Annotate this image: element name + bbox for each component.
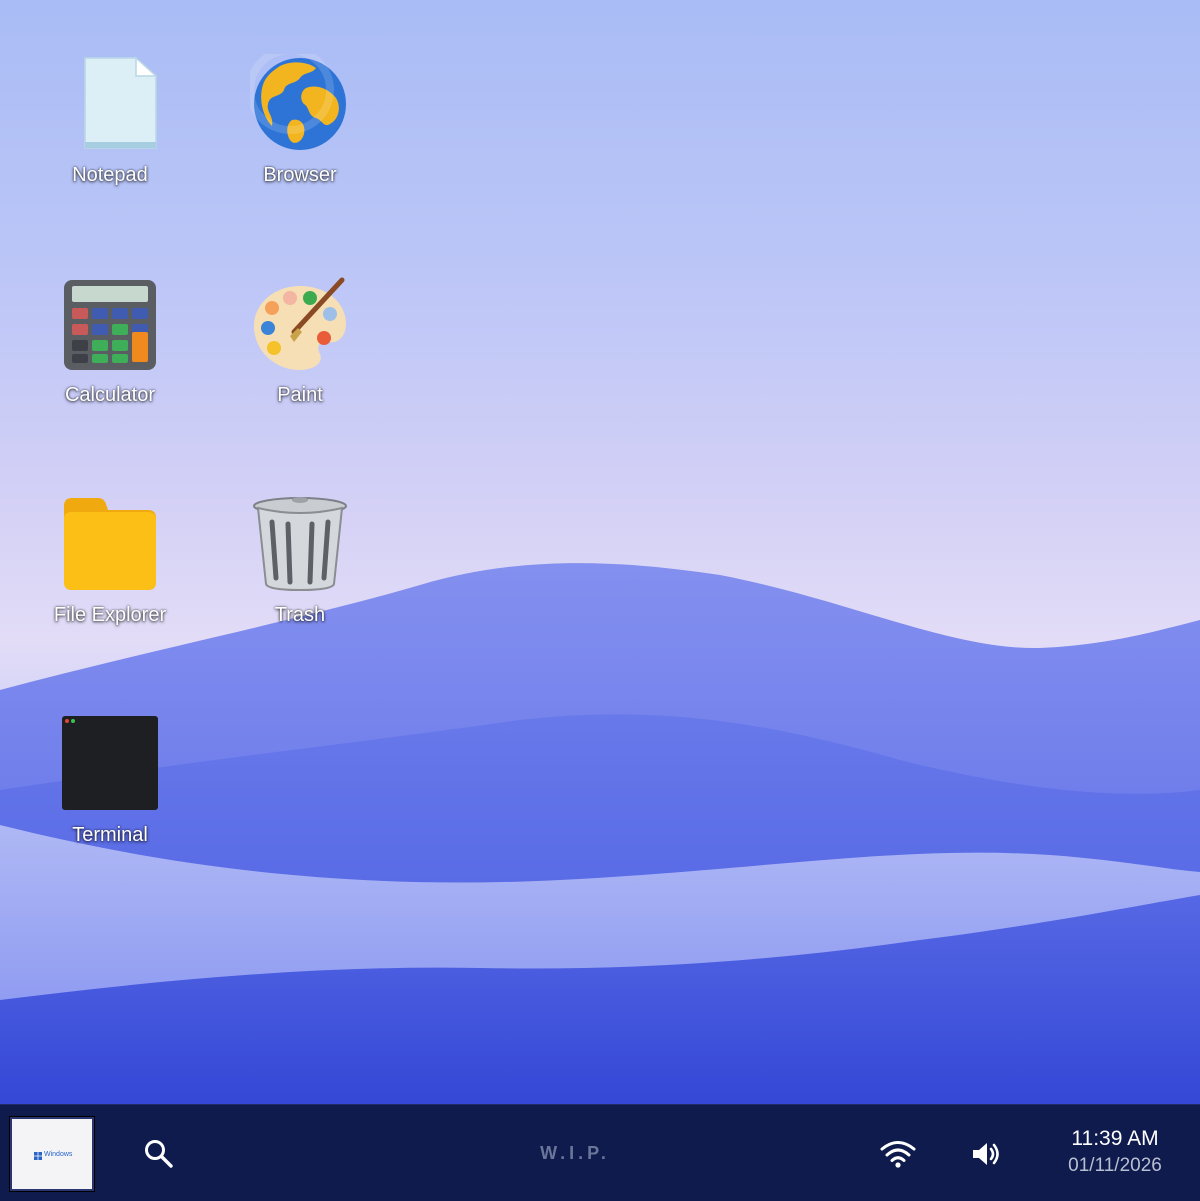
desktop-icon-label: Browser [263, 164, 337, 186]
desktop-icon-calculator[interactable]: Calculator [40, 274, 180, 454]
desktop-icon-browser[interactable]: Browser [230, 54, 370, 234]
desktop-icon-terminal[interactable]: Terminal [40, 714, 180, 894]
desktop-icon-paint[interactable]: Paint [230, 274, 370, 454]
clock-date: 01/11/2026 [1068, 1155, 1162, 1176]
taskbar: Windows W.I.P. 11:39 AM 01/11/2026 [0, 1104, 1200, 1201]
wifi-icon[interactable] [880, 1139, 916, 1169]
clock[interactable]: 11:39 AM 01/11/2026 [1040, 1127, 1190, 1177]
notepad-icon [84, 56, 158, 149]
clock-time: 11:39 AM [1071, 1127, 1159, 1150]
calculator-icon [64, 280, 156, 370]
folder-icon [64, 498, 156, 590]
desktop-icon-label: Calculator [64, 384, 156, 406]
desktop-icon-trash[interactable]: Trash [230, 494, 370, 674]
search-icon[interactable] [142, 1137, 176, 1171]
desktop-icon-label: Notepad [72, 164, 148, 186]
paint-palette-icon [254, 277, 346, 370]
start-button[interactable]: Windows [10, 1117, 94, 1191]
desktop-icon-label: File Explorer [53, 604, 167, 626]
windows-logo-icon [34, 1152, 42, 1160]
trash-can-icon [253, 497, 347, 592]
desktop-icon-notepad[interactable]: Notepad [40, 54, 180, 234]
terminal-icon [62, 716, 158, 810]
globe-icon [250, 54, 346, 150]
start-label: Windows [44, 1151, 73, 1158]
volume-icon[interactable] [970, 1139, 1002, 1169]
taskbar-center-text: W.I.P. [540, 1143, 610, 1163]
desktop-icon-label: Paint [277, 384, 323, 406]
desktop-icon-file-explorer[interactable]: File Explorer [40, 494, 180, 674]
desktop-icon-label: Terminal [72, 824, 148, 846]
desktop: Notepad Browser Calculator Paint File Ex… [0, 0, 1200, 1104]
desktop-icon-label: Trash [274, 604, 326, 626]
